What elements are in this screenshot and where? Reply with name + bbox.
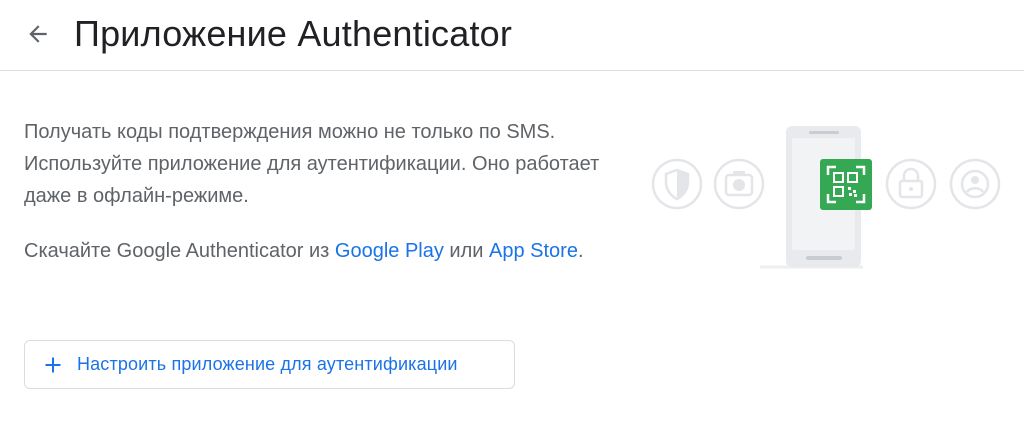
- page-title: Приложение Authenticator: [74, 13, 513, 54]
- download-middle: или: [443, 240, 490, 262]
- download-suffix: .: [577, 240, 584, 262]
- google-play-link[interactable]: Google Play: [335, 240, 444, 262]
- download-prefix: Скачайте Google Authenticator из: [24, 240, 335, 262]
- plus-icon: [42, 354, 64, 376]
- authenticator-illustration: [651, 126, 1001, 269]
- account-icon: [949, 158, 1001, 210]
- back-button[interactable]: [18, 14, 58, 54]
- arrow-back-icon: [29, 25, 47, 43]
- setup-button-label: Настроить приложение для аутентификации: [77, 354, 458, 374]
- description-text: Получать коды подтверждения можно не тол…: [24, 121, 600, 207]
- download-text: Скачайте Google Authenticator из Google …: [24, 235, 604, 267]
- setup-authenticator-button[interactable]: Настроить приложение для аутентификации: [24, 340, 515, 389]
- shield-icon: [651, 158, 703, 210]
- page-header: Приложение Authenticator: [0, 0, 1024, 71]
- app-store-link[interactable]: App Store: [489, 240, 578, 262]
- lock-icon: [885, 158, 937, 210]
- qr-code-icon: [820, 159, 872, 210]
- camera-icon: [713, 158, 765, 210]
